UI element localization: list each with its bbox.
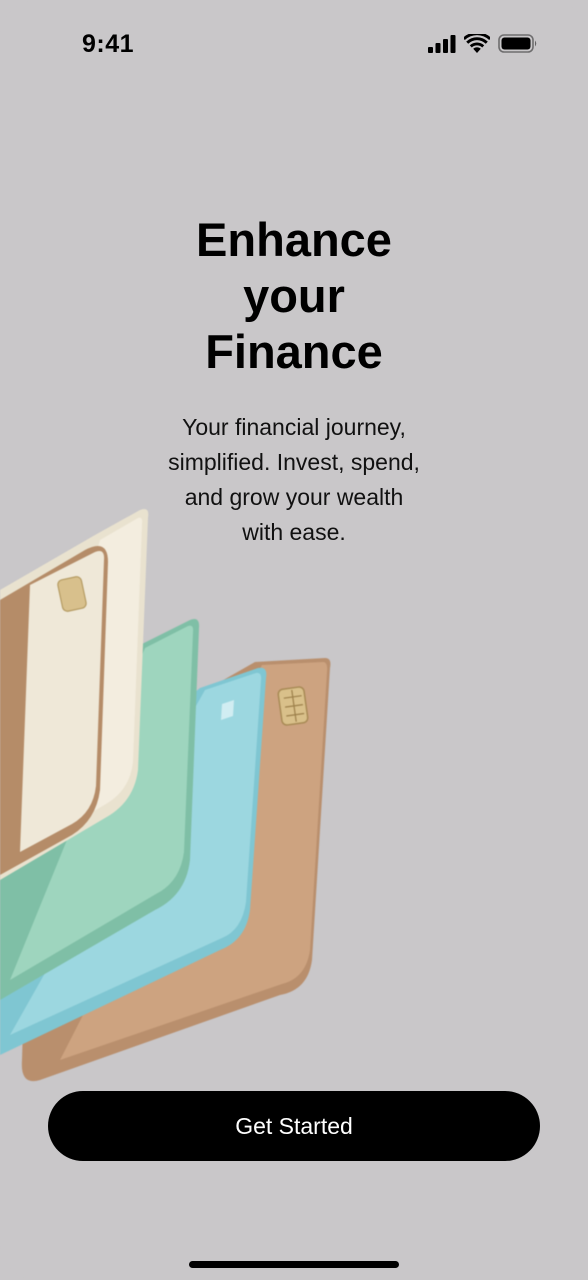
- page-title: Enhance your Finance: [0, 212, 588, 380]
- wifi-icon: [464, 34, 490, 53]
- subtitle-line-2: simplified. Invest, spend,: [168, 449, 420, 475]
- subtitle: Your financial journey, simplified. Inve…: [144, 410, 444, 550]
- status-time: 9:41: [82, 30, 135, 58]
- title-line-1: Enhance: [196, 213, 392, 266]
- status-icons: [428, 34, 538, 53]
- home-indicator[interactable]: [189, 1261, 399, 1268]
- status-bar: 9:41: [0, 0, 588, 92]
- title-line-2: your: [243, 269, 345, 322]
- title-line-3: Finance: [205, 325, 383, 378]
- get-started-button[interactable]: Get Started: [48, 1091, 540, 1161]
- subtitle-line-4: with ease.: [242, 519, 346, 545]
- stacked-cards-illustration: [0, 509, 331, 1082]
- subtitle-line-3: and grow your wealth: [184, 484, 404, 510]
- battery-icon: [498, 34, 538, 53]
- signal-icon: [428, 34, 456, 53]
- onboarding-screen: 9:41 Enhance your Finance Your financial…: [0, 0, 588, 1280]
- subtitle-line-1: Your financial journey,: [182, 414, 406, 440]
